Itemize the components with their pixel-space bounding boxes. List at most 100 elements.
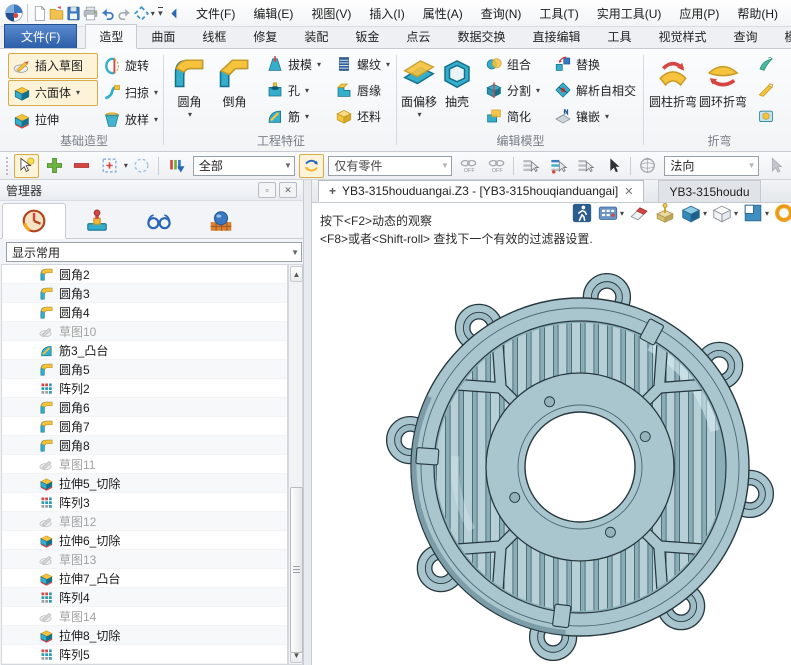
tree-item-阵列3[interactable]: 阵列3 (2, 493, 287, 512)
ribbon-button-圆环折弯[interactable]: 圆环折弯 (698, 51, 748, 110)
panel-splitter[interactable] (304, 180, 312, 665)
ribbon-button-抽壳[interactable]: 抽壳 (438, 51, 476, 110)
undo-button[interactable] (99, 2, 116, 24)
manager-tab-render-manager[interactable] (190, 204, 252, 238)
ribbon-tab-造型[interactable]: 造型 (85, 24, 137, 49)
marquee-select-button[interactable] (96, 154, 122, 178)
tree-item-圆角8[interactable]: 圆角8 (2, 436, 287, 455)
ribbon-button-组合[interactable]: 组合 (480, 51, 545, 77)
manager-tab-assembly-manager[interactable] (66, 204, 128, 238)
ribbon-tab-线框[interactable]: 线框 (189, 25, 239, 48)
manager-tab-visual-manager[interactable] (128, 204, 190, 238)
menu-编辑(E)[interactable]: 编辑(E) (244, 2, 302, 25)
ribbon-tab-工具[interactable]: 工具 (594, 25, 644, 48)
ribbon-button-旋转[interactable]: 旋转 (98, 53, 160, 79)
ribbon-button-拔模[interactable]: 拔模▾ (261, 51, 326, 77)
tree-item-筋3_凸台[interactable]: 筋3_凸台 (2, 341, 287, 360)
panel-restore-button[interactable]: ▫ (258, 182, 276, 198)
ribbon-button-分割[interactable]: 分割▾ (480, 77, 545, 103)
ribbon-button-面偏移[interactable]: 面偏移▾ (400, 51, 438, 119)
menu-视图(V)[interactable]: 视图(V) (302, 2, 360, 25)
ribbon-button-bar[interactable] (752, 77, 780, 103)
ribbon-tab-曲面[interactable]: 曲面 (138, 25, 188, 48)
tree-item-草图13[interactable]: 草图13 (2, 550, 287, 569)
link-off-2-button[interactable]: OFF (483, 154, 509, 178)
tree-item-拉伸8_切除[interactable]: 拉伸8_切除 (2, 626, 287, 645)
tree-item-圆角4[interactable]: 圆角4 (2, 303, 287, 322)
add-selection-button[interactable] (41, 154, 67, 178)
ribbon-button-扫掠[interactable]: 扫掠▾ (98, 80, 160, 106)
orientation-globe-button[interactable] (635, 154, 661, 178)
ribbon-button-倒角[interactable]: 倒角 (212, 51, 257, 110)
ribbon-button-圆柱折弯[interactable]: 圆柱折弯 (648, 51, 698, 110)
keypad-view-button[interactable]: ▾ (597, 202, 624, 224)
tree-item-圆角7[interactable]: 圆角7 (2, 417, 287, 436)
ribbon-tab-数据交换[interactable]: 数据交换 (444, 25, 518, 48)
cursor-disabled-button[interactable] (763, 154, 789, 178)
shadedcube-view-button[interactable]: ▾ (680, 202, 707, 224)
ribbon-button-替换[interactable]: 替换 (549, 51, 641, 77)
manager-tab-history-manager[interactable] (2, 203, 66, 239)
new-file-button[interactable] (31, 2, 48, 24)
menu-文件(F)[interactable]: 文件(F) (187, 2, 244, 25)
ribbon-tab-修复[interactable]: 修复 (240, 25, 290, 48)
ribbon-tab-查询[interactable]: 查询 (721, 25, 771, 48)
pick-from-list-button[interactable] (518, 154, 544, 178)
menu-工具(T)[interactable]: 工具(T) (530, 2, 587, 25)
tree-item-阵列2[interactable]: 阵列2 (2, 379, 287, 398)
tree-item-圆角5[interactable]: 圆角5 (2, 360, 287, 379)
document-tab[interactable]: YB3-315houdu (658, 180, 760, 202)
entity-filter-select[interactable]: 全部▼ (193, 156, 295, 176)
tree-item-拉伸6_切除[interactable]: 拉伸6_切除 (2, 531, 287, 550)
ribbon-button-twist[interactable] (752, 51, 780, 77)
pick-cursor-button[interactable] (14, 154, 40, 178)
tab-file[interactable]: 文件(F) (4, 24, 77, 48)
customize-quick-access-button[interactable]: ▾ (155, 2, 166, 24)
save-file-button[interactable] (65, 2, 82, 24)
new-tab-icon[interactable]: + (329, 184, 336, 198)
menu-插入(I)[interactable]: 插入(I) (360, 2, 413, 25)
ribbon-tab-点云[interactable]: 点云 (393, 25, 443, 48)
ribbon-button-坯料[interactable]: 坯料 (330, 103, 395, 129)
scrollbar-thumb[interactable] (290, 487, 303, 653)
model-3d-view[interactable] (370, 273, 791, 665)
tree-item-草图12[interactable]: 草图12 (2, 512, 287, 531)
tree-item-圆角6[interactable]: 圆角6 (2, 398, 287, 417)
wirecube-view-button[interactable]: ▾ (711, 202, 738, 224)
ribbon-button-筋[interactable]: 筋▾ (261, 103, 326, 129)
menu-应用(P)[interactable]: 应用(P) (670, 2, 728, 25)
open-file-button[interactable] (48, 2, 65, 24)
ribbon-button-镶嵌[interactable]: 镶嵌▾ (549, 103, 641, 129)
toolbar-drag-handle[interactable] (5, 156, 10, 176)
marquee-dropdown-icon[interactable]: ▾ (124, 161, 128, 170)
ribbon-button-六面体[interactable]: 六面体▾ (8, 80, 98, 106)
tree-item-阵列5[interactable]: 阵列5 (2, 645, 287, 664)
redo-button[interactable] (116, 2, 133, 24)
ribbon-button-圆角[interactable]: 圆角▾ (167, 51, 212, 119)
document-tab[interactable]: +YB3-315houduangai.Z3 - [YB3-315houqiand… (318, 180, 644, 202)
pick-from-list-active-button[interactable] (545, 154, 571, 178)
part-filter-select[interactable]: 仅有零件▼ (328, 156, 452, 176)
select-cursor-button[interactable] (600, 154, 626, 178)
print-button[interactable] (82, 2, 99, 24)
direction-select[interactable]: 法向▼ (664, 156, 758, 176)
ribbon-tab-视觉样式[interactable]: 视觉样式 (645, 25, 719, 48)
remove-selection-button[interactable] (69, 154, 95, 178)
ribbon-button-孔[interactable]: 孔▾ (261, 77, 326, 103)
tree-item-拉伸5_切除[interactable]: 拉伸5_切除 (2, 474, 287, 493)
scroll-up-icon[interactable]: ▲ (290, 266, 303, 282)
ribbon-tab-模具[interactable]: 模具 (772, 25, 791, 48)
close-tab-icon[interactable]: ✕ (624, 185, 633, 198)
view-diamond-button[interactable] (133, 2, 150, 24)
ringpartial-view-button[interactable] (773, 202, 791, 224)
lasso-select-button[interactable] (129, 154, 155, 178)
tree-scrollbar[interactable]: ▲ ▼ (288, 264, 303, 665)
collapse-toolbar-button[interactable] (166, 2, 183, 24)
pinbox-view-button[interactable] (654, 202, 676, 224)
ribbon-button-简化[interactable]: 简化 (480, 103, 545, 129)
ribbon-tab-钣金[interactable]: 钣金 (342, 25, 392, 48)
menu-属性(A)[interactable]: 属性(A) (414, 2, 472, 25)
tree-item-圆角2[interactable]: 圆角2 (2, 265, 287, 284)
ribbon-button-螺纹[interactable]: 螺纹▾ (330, 51, 395, 77)
tree-item-圆角3[interactable]: 圆角3 (2, 284, 287, 303)
